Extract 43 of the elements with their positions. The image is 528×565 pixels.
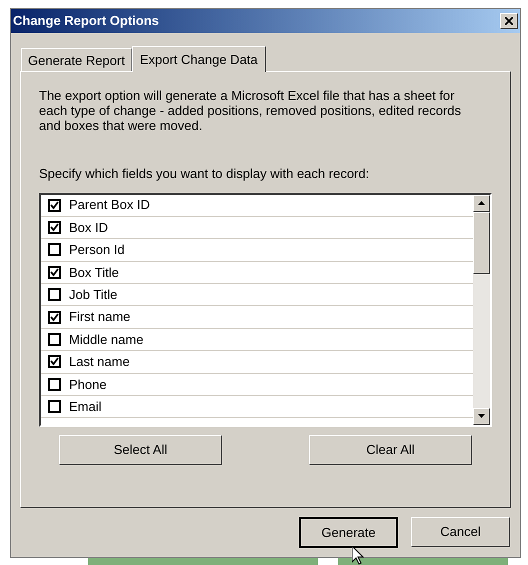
field-item[interactable]: Last name — [41, 351, 473, 374]
checkbox[interactable] — [48, 355, 61, 368]
close-button[interactable] — [500, 13, 518, 29]
list-button[interactable]: Clear All — [309, 434, 472, 464]
description-text: The export option will generate a Microsoft Excel file that has a sheet for each type of change - added positions, removed positions, edited records and boxes that were moved. — [39, 88, 462, 133]
close-icon — [505, 17, 513, 25]
field-item[interactable]: Box Title — [41, 262, 473, 284]
checkbox[interactable] — [48, 333, 61, 346]
list-button[interactable]: Select All — [59, 434, 222, 464]
tab[interactable]: Generate Report — [21, 48, 132, 71]
up-arrow-icon — [478, 201, 485, 205]
checkbox[interactable] — [48, 221, 61, 234]
scroll-thumb[interactable] — [473, 212, 490, 274]
field-item[interactable]: Phone — [41, 374, 473, 396]
down-arrow-icon — [478, 414, 485, 418]
check-icon — [50, 312, 59, 322]
tab[interactable]: Export Change Data — [132, 46, 266, 72]
cursor-icon — [352, 546, 364, 565]
field-item[interactable]: Parent Box ID — [41, 194, 473, 217]
checkbox[interactable] — [48, 288, 61, 302]
field-item[interactable]: Person Id — [41, 239, 473, 262]
field-item[interactable]: Middle name — [41, 328, 473, 352]
scroll-down-button[interactable] — [473, 408, 490, 424]
check-icon — [50, 357, 59, 366]
field-item[interactable]: First name — [41, 306, 473, 329]
checkbox[interactable] — [48, 266, 61, 279]
checkbox[interactable] — [48, 400, 61, 414]
checkbox[interactable] — [48, 378, 61, 391]
scroll-up-button[interactable] — [473, 194, 490, 212]
check-icon — [50, 268, 59, 277]
scrollbar[interactable] — [473, 194, 490, 424]
field-item[interactable]: Box ID — [41, 216, 473, 240]
dialog-button[interactable]: Cancel — [411, 517, 510, 547]
check-icon — [50, 200, 59, 210]
fields-prompt: Specify which fields you want to display with each record: — [39, 165, 370, 183]
checkbox[interactable] — [48, 198, 61, 212]
checkbox[interactable] — [48, 243, 61, 256]
field-item[interactable]: Email — [41, 396, 473, 418]
check-icon — [50, 223, 59, 232]
window-title: Change Report Options — [13, 12, 159, 30]
dialog-button[interactable]: Generate — [299, 517, 398, 548]
checkbox[interactable] — [48, 310, 61, 324]
field-item[interactable]: Job Title — [41, 284, 473, 306]
